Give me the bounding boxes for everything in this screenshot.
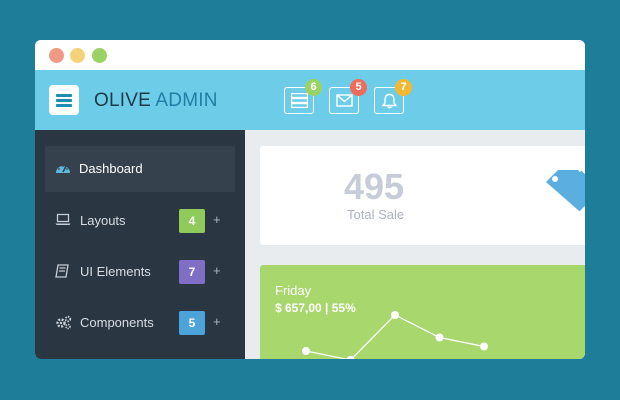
bell-icon — [381, 93, 398, 109]
hamburger-icon-line — [56, 99, 72, 102]
mail-icon — [336, 94, 353, 107]
expand-plus-icon[interactable]: + — [213, 314, 221, 329]
sidebar-item-dashboard[interactable]: Dashboard — [45, 146, 235, 192]
expand-plus-icon[interactable]: + — [213, 212, 221, 227]
top-header: OLIVE ADMIN 6 5 7 — [35, 70, 585, 130]
server-badge: 6 — [305, 79, 322, 96]
hamburger-icon-line — [56, 104, 72, 107]
sidebar-item-components[interactable]: Components 5 + — [45, 300, 235, 346]
window-titlebar — [35, 40, 585, 70]
data-point[interactable] — [391, 311, 399, 319]
app-window: OLIVE ADMIN 6 5 7 Dashboard Layouts 4 + … — [35, 40, 585, 359]
tag-icon — [546, 170, 585, 212]
laptop-icon — [55, 213, 71, 225]
brand-logo: OLIVE ADMIN — [94, 90, 218, 112]
messages-badge: 5 — [350, 79, 367, 96]
close-window-button[interactable] — [49, 48, 64, 63]
expand-plus-icon[interactable]: + — [213, 263, 221, 278]
notifications-badge: 7 — [395, 79, 412, 96]
menu-toggle-button[interactable] — [49, 85, 79, 115]
daily-sales-card: Friday $ 657,00 | 55% — [260, 265, 585, 359]
sidebar-item-label: UI Elements — [80, 264, 151, 279]
brand-name-secondary: ADMIN — [155, 90, 218, 111]
data-point[interactable] — [302, 347, 310, 355]
dashboard-icon — [56, 165, 70, 173]
hamburger-icon-line — [56, 94, 72, 97]
data-point[interactable] — [480, 342, 488, 351]
total-sale-value: 495 — [344, 166, 405, 207]
book-icon — [55, 264, 69, 278]
gears-icon — [56, 315, 72, 330]
series-line — [305, 314, 485, 359]
ui-elements-count-badge: 7 — [179, 260, 205, 284]
sidebar-item-label: Dashboard — [79, 161, 143, 176]
layouts-count-badge: 4 — [179, 209, 205, 233]
total-sale-card: 495 Total Sale — [260, 146, 585, 245]
messages-button[interactable]: 5 — [329, 79, 367, 114]
maximize-window-button[interactable] — [92, 48, 107, 63]
notifications-button[interactable]: 7 — [374, 79, 412, 114]
sidebar-item-label: Components — [80, 315, 154, 330]
minimize-window-button[interactable] — [70, 48, 85, 63]
components-count-badge: 5 — [179, 311, 205, 335]
sidebar: Dashboard Layouts 4 + UI Elements 7 + Co… — [35, 130, 245, 359]
server-button[interactable]: 6 — [284, 79, 322, 114]
brand-name-primary: OLIVE — [94, 90, 151, 111]
main-content: 495 Total Sale Friday $ 657,00 | 55% — [245, 130, 585, 359]
sidebar-item-ui-elements[interactable]: UI Elements 7 + — [45, 249, 235, 295]
total-sale-label: Total Sale — [347, 207, 405, 222]
sidebar-item-label: Layouts — [80, 213, 126, 228]
sidebar-item-layouts[interactable]: Layouts 4 + — [45, 198, 235, 244]
data-point[interactable] — [435, 333, 444, 342]
server-icon — [291, 93, 308, 108]
sales-line-chart — [302, 311, 488, 359]
